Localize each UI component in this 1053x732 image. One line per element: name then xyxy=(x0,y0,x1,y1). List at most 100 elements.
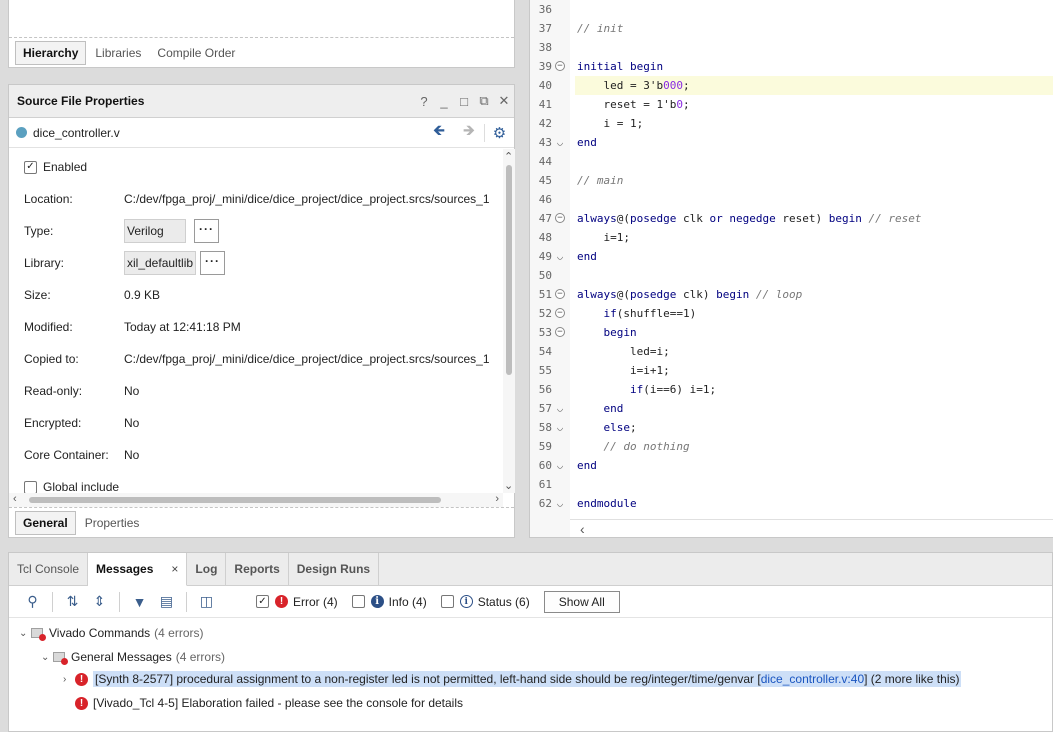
code-line[interactable]: 61 xyxy=(530,475,1053,494)
scroll-down-icon[interactable]: ⌄ xyxy=(504,479,513,492)
code-line[interactable]: 44 xyxy=(530,152,1053,171)
error-filter-checkbox[interactable]: ✓ xyxy=(256,595,269,608)
tab-design-runs[interactable]: Design Runs xyxy=(289,553,380,585)
tree-group-vivado-commands[interactable]: ⌄ Vivado Commands (4 errors) xyxy=(19,623,204,643)
scroll-up-icon[interactable]: ⌃ xyxy=(504,150,513,163)
tab-log[interactable]: Log xyxy=(187,553,227,585)
error-filter[interactable]: ✓ ! Error (4) xyxy=(256,595,338,609)
tab-tcl-console[interactable]: Tcl Console xyxy=(9,553,89,585)
code-line[interactable]: 36 xyxy=(530,0,1053,19)
code-text[interactable]: endmodule xyxy=(575,494,1053,513)
code-text[interactable]: end xyxy=(575,399,1053,418)
editor-horizontal-scrollbar[interactable]: ‹ xyxy=(570,519,1053,537)
global-include-checkbox[interactable] xyxy=(24,480,37,493)
minimize-icon[interactable]: _ xyxy=(434,94,454,109)
code-line[interactable]: 52− if(shuffle==1) xyxy=(530,304,1053,323)
info-filter-checkbox[interactable] xyxy=(351,595,365,608)
expand-all-icon[interactable]: ⇕ xyxy=(86,593,113,610)
file-link[interactable]: dice_controller.v:40 xyxy=(761,672,864,686)
close-tab-icon[interactable]: × xyxy=(171,562,178,576)
library-browse-button[interactable]: ··· xyxy=(200,251,226,275)
code-line[interactable]: 39− initial begin xyxy=(530,57,1053,76)
scroll-left-icon[interactable]: ‹ xyxy=(13,493,17,505)
code-line[interactable]: 43 ⌒ end xyxy=(530,133,1053,152)
code-line[interactable]: 56 if(i==6) i=1; xyxy=(530,380,1053,399)
forward-arrow-icon[interactable]: 🡺 xyxy=(454,120,484,145)
message-text[interactable]: [Vivado_Tcl 4-5] Elaboration failed - pl… xyxy=(93,696,463,710)
code-text[interactable]: i=i+1; xyxy=(575,361,1053,380)
status-filter[interactable]: i Status (6) xyxy=(440,595,530,609)
tab-properties[interactable]: Properties xyxy=(78,512,147,534)
code-line[interactable]: 46 xyxy=(530,190,1053,209)
filter-icon[interactable]: ▼ xyxy=(126,594,153,610)
horizontal-scrollbar[interactable]: ‹ › xyxy=(9,493,503,507)
enabled-checkbox[interactable]: ✓ xyxy=(24,160,37,174)
code-line[interactable]: 60 ⌒ end xyxy=(530,456,1053,475)
tab-compile-order[interactable]: Compile Order xyxy=(150,42,242,64)
code-text[interactable]: always@(posedge clk or negedge reset) be… xyxy=(575,209,1053,228)
scroll-right-icon[interactable]: › xyxy=(495,493,499,505)
tree-group-general-messages[interactable]: ⌄ General Messages (4 errors) xyxy=(41,647,225,667)
status-filter-checkbox[interactable] xyxy=(440,595,454,608)
comment-icon[interactable]: ▤ xyxy=(153,593,180,610)
code-text[interactable]: end xyxy=(575,133,1053,152)
back-arrow-icon[interactable]: 🡸 xyxy=(424,120,454,145)
type-browse-button[interactable]: ··· xyxy=(194,219,219,243)
search-icon[interactable]: ⚲ xyxy=(19,593,46,610)
code-text[interactable]: reset = 1'b0; xyxy=(575,95,1053,114)
settings-gear-icon[interactable]: ⚙ xyxy=(484,123,514,142)
tab-messages[interactable]: Messages × xyxy=(88,553,188,586)
code-text[interactable]: // main xyxy=(575,171,1053,190)
code-text[interactable]: initial begin xyxy=(575,57,1053,76)
code-line[interactable]: 54 led=i; xyxy=(530,342,1053,361)
code-line[interactable]: 62 ⌒ endmodule xyxy=(530,494,1053,513)
tab-hierarchy[interactable]: Hierarchy xyxy=(15,40,87,65)
chevron-down-icon[interactable]: ⌄ xyxy=(19,628,31,639)
code-line[interactable]: 45 // main xyxy=(530,171,1053,190)
message-text[interactable]: [Synth 8-2577] procedural assignment to … xyxy=(93,671,962,687)
code-line[interactable]: 58 ⌒ else; xyxy=(530,418,1053,437)
code-text[interactable]: end xyxy=(575,247,1053,266)
code-text[interactable]: led = 3'b000; xyxy=(575,76,1053,95)
message-row-vivado-tcl[interactable]: ! [Vivado_Tcl 4-5] Elaboration failed - … xyxy=(75,693,463,713)
code-text[interactable]: end xyxy=(575,456,1053,475)
horizontal-scroll-thumb[interactable] xyxy=(29,497,441,503)
fold-collapse-icon[interactable]: − xyxy=(555,308,565,318)
code-line[interactable]: 57 ⌒ end xyxy=(530,399,1053,418)
info-filter[interactable]: i Info (4) xyxy=(351,595,427,609)
fold-collapse-icon[interactable]: − xyxy=(555,61,565,71)
code-line[interactable]: 40 led = 3'b000; xyxy=(530,76,1053,95)
fold-collapse-icon[interactable]: − xyxy=(555,213,565,223)
code-line[interactable]: 53− begin xyxy=(530,323,1053,342)
chevron-right-icon[interactable]: › xyxy=(63,674,75,685)
code-line[interactable]: 55 i=i+1; xyxy=(530,361,1053,380)
float-icon[interactable]: ⧉ xyxy=(474,93,494,109)
code-text[interactable]: else; xyxy=(575,418,1053,437)
code-line[interactable]: 59 // do nothing xyxy=(530,437,1053,456)
chevron-down-icon[interactable]: ⌄ xyxy=(41,652,53,663)
code-line[interactable]: 49 ⌒ end xyxy=(530,247,1053,266)
editor-scroll-left-icon[interactable]: ‹ xyxy=(580,521,585,537)
code-text[interactable]: led=i; xyxy=(575,342,1053,361)
code-line[interactable]: 41 reset = 1'b0; xyxy=(530,95,1053,114)
close-icon[interactable]: ✕ xyxy=(494,93,514,109)
code-text[interactable]: // init xyxy=(575,19,1053,38)
fold-collapse-icon[interactable]: − xyxy=(555,327,565,337)
code-text[interactable]: if(shuffle==1) xyxy=(575,304,1053,323)
code-editor[interactable]: 36 37// init 38 39− initial begin 40 led = 3'… xyxy=(529,0,1053,538)
tab-reports[interactable]: Reports xyxy=(226,553,289,585)
code-line[interactable]: 47− always@(posedge clk or negedge reset)… xyxy=(530,209,1053,228)
code-text[interactable]: if(i==6) i=1; xyxy=(575,380,1053,399)
show-all-button[interactable]: Show All xyxy=(543,590,620,613)
code-line[interactable]: 50 xyxy=(530,266,1053,285)
code-text[interactable]: i=1; xyxy=(575,228,1053,247)
code-text[interactable]: // do nothing xyxy=(575,437,1053,456)
code-line[interactable]: 37 // init xyxy=(530,19,1053,38)
message-row-synth[interactable]: › ! [Synth 8-2577] procedural assignment… xyxy=(63,669,962,689)
tab-general[interactable]: General xyxy=(15,510,76,535)
code-text[interactable]: i = 1; xyxy=(575,114,1053,133)
help-icon[interactable]: ? xyxy=(414,94,434,109)
fold-collapse-icon[interactable]: − xyxy=(555,289,565,299)
code-line[interactable]: 42 i = 1; xyxy=(530,114,1053,133)
code-line[interactable]: 48 i=1; xyxy=(530,228,1053,247)
